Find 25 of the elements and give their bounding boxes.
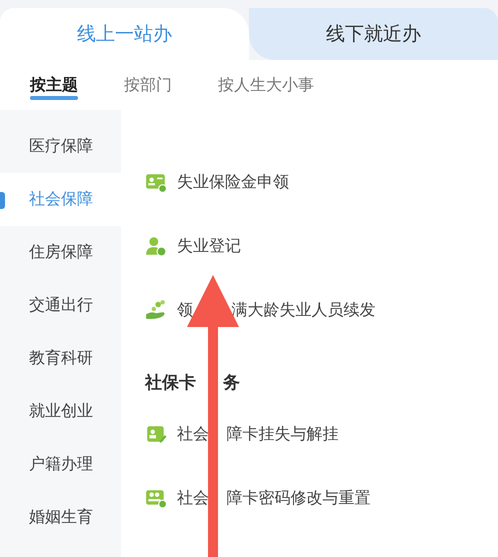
service-link[interactable]: 失业保险金申领 bbox=[177, 172, 289, 192]
service-link[interactable]: 失业登记 bbox=[177, 236, 241, 256]
selection-bar bbox=[0, 192, 5, 209]
sidebar-item[interactable]: 婚姻生育 bbox=[0, 491, 121, 544]
section-heading: 社保卡 bbox=[145, 372, 196, 394]
service-link[interactable]: 社会 bbox=[177, 488, 209, 508]
hand-coins-icon bbox=[145, 299, 167, 321]
sidebar-item[interactable]: 户籍办理 bbox=[0, 438, 121, 491]
sidebar-item[interactable]: 教育科研 bbox=[0, 332, 121, 385]
tab[interactable]: 线下就近办 bbox=[249, 8, 498, 60]
sidebar-item[interactable]: 医疗保障 bbox=[0, 120, 121, 173]
service-link[interactable]: 满大龄失业人员续发 bbox=[231, 300, 376, 320]
sidebar-item[interactable]: 交通出行 bbox=[0, 279, 121, 332]
service-link[interactable]: 社会 bbox=[177, 424, 209, 444]
sidebar-item[interactable]: 就业创业 bbox=[0, 385, 121, 438]
subtab[interactable]: 按人生大小事 bbox=[218, 60, 314, 110]
section-heading: 务 bbox=[223, 372, 240, 394]
person-icon bbox=[145, 235, 167, 257]
service-link[interactable]: 障卡挂失与解挂 bbox=[226, 424, 339, 444]
sidebar-item[interactable]: 住房保障 bbox=[0, 226, 121, 279]
service-link[interactable]: 领 bbox=[177, 300, 193, 320]
service-link[interactable]: 障卡密码修改与重置 bbox=[226, 488, 371, 508]
active-underline bbox=[30, 96, 78, 100]
subtab[interactable]: 按主题 bbox=[30, 60, 78, 110]
subtab[interactable]: 按部门 bbox=[124, 60, 172, 110]
